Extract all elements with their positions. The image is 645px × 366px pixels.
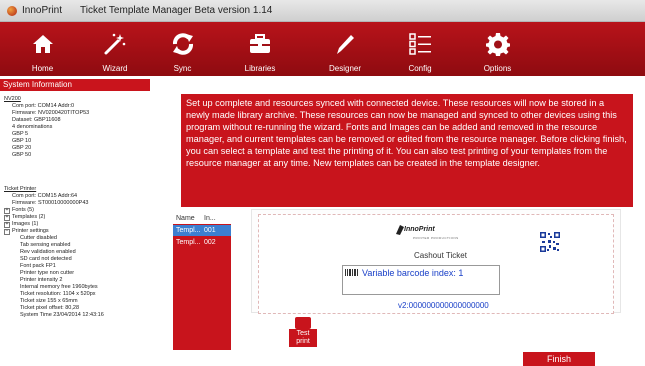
toolbar-sync-label: Sync: [173, 64, 192, 73]
printer-resource-tree: + Fonts (5) + Templates (2) + Images (1) − P…: [4, 207, 104, 319]
column-header-index[interactable]: In...: [204, 215, 216, 222]
info-line: Com port: COM14 Addr:0: [12, 103, 75, 109]
toolbar-wizard-button[interactable]: Wizard: [85, 22, 145, 76]
checklist-icon: [407, 31, 433, 57]
device-name: Ticket Printer: [4, 186, 37, 192]
setting-line: Internal memory free 1960bytes: [20, 284, 98, 290]
template-list-header: Name In...: [173, 212, 231, 224]
gear-icon: [485, 31, 511, 57]
template-index: 002: [204, 239, 216, 246]
main-toolbar: Home Wizard Sync Libraries Designer Conf…: [0, 22, 645, 76]
toolbar-config-button[interactable]: Config: [390, 22, 450, 76]
tree-node-fonts[interactable]: + Fonts (5): [4, 207, 104, 214]
title-bar: InnoPrint Ticket Template Manager Beta v…: [0, 0, 645, 22]
toolbar-options-label: Options: [483, 64, 512, 73]
toolbar-designer-button[interactable]: Designer: [300, 22, 390, 76]
barcode-label: Variable barcode index: 1: [362, 268, 464, 278]
info-line: GBP 50: [12, 152, 32, 158]
info-line: Firmware: NV0200420TITOP53: [12, 110, 90, 116]
toolbar-libraries-label: Libraries: [244, 64, 276, 73]
window-title: Ticket Template Manager Beta version 1.1…: [80, 5, 273, 16]
printer-icon: [295, 317, 311, 329]
info-line: GBP 20: [12, 145, 32, 151]
ticket-logo-subtitle: PRINTER PRODUCTIONS: [413, 236, 459, 240]
template-index: 001: [204, 227, 216, 234]
template-name: Templ...: [176, 239, 201, 246]
toolbar-options-button[interactable]: Options: [450, 22, 545, 76]
info-line: GBP 5: [12, 131, 29, 137]
toolbar-libraries-button[interactable]: Libraries: [220, 22, 300, 76]
collapse-icon[interactable]: −: [4, 228, 10, 235]
setting-line: Printer intensity 2: [20, 277, 63, 283]
pen-icon: [332, 31, 358, 57]
expand-icon[interactable]: +: [4, 221, 10, 228]
ticket-preview: [258, 214, 614, 314]
toolbar-wizard-label: Wizard: [102, 64, 128, 73]
toolbar-sync-button[interactable]: Sync: [145, 22, 220, 76]
setting-line: Cutter disabled: [20, 235, 57, 241]
app-name: InnoPrint: [22, 5, 63, 16]
barcode-icon: [345, 269, 358, 276]
wand-icon: [102, 31, 128, 57]
info-line: Firmware: ST00010000000P43: [12, 200, 89, 206]
system-info-header: System Information: [0, 79, 150, 91]
template-row[interactable]: Templ... 002: [173, 237, 231, 248]
column-header-name[interactable]: Name: [173, 215, 204, 222]
template-name: Templ...: [176, 227, 201, 234]
device-name: NV200: [4, 96, 21, 102]
info-line: GBP 10: [12, 138, 32, 144]
setting-line: Ticket size 155 x 65mm: [20, 298, 78, 304]
setting-line: System Time 23/04/2014 12:43:16: [20, 312, 104, 318]
setting-line: Ticket resolution: 1104 x 520px: [20, 291, 96, 297]
test-print-button[interactable]: Test print: [289, 316, 317, 348]
toolbar-home-label: Home: [31, 64, 54, 73]
info-line: Com port: COM15 Addr:64: [12, 193, 78, 199]
home-icon: [30, 31, 56, 57]
setting-line: SD card not detected: [20, 256, 72, 262]
setup-complete-message: Set up complete and resources synced wit…: [181, 94, 633, 207]
toolbar-designer-label: Designer: [328, 64, 361, 73]
toolbar-home-button[interactable]: Home: [0, 22, 85, 76]
info-line: 4 denominations: [12, 124, 53, 130]
setting-line: Tab sensing enabled: [20, 242, 71, 248]
tree-node-templates[interactable]: + Templates (2): [4, 214, 104, 221]
app-logo-icon: [6, 5, 18, 17]
tree-node-printer-settings[interactable]: − Printer settings: [4, 228, 104, 235]
setting-line: Ticket pixel offset: 80,28: [20, 305, 80, 311]
ticket-v2-value: v2:000000000000000000: [398, 301, 489, 310]
toolbox-icon: [247, 31, 273, 57]
finish-button[interactable]: Finish: [523, 352, 595, 366]
expand-icon[interactable]: +: [4, 214, 10, 221]
expand-icon[interactable]: +: [4, 207, 10, 214]
info-line: Dataset: GBP11608: [12, 117, 61, 123]
setting-line: Font pack FP1: [20, 263, 56, 269]
test-print-label: Test print: [289, 329, 317, 347]
ticket-logo-text: InnoPrint: [404, 226, 435, 233]
ticket-title: Cashout Ticket: [414, 251, 467, 260]
toolbar-config-label: Config: [408, 64, 432, 73]
template-row[interactable]: Templ... 001: [173, 225, 231, 236]
setting-line: Printer type non cutter: [20, 270, 75, 276]
qr-code-icon: [540, 232, 560, 252]
sync-icon: [170, 31, 196, 57]
device-info-nv200: NV200 Com port: COM14 Addr:0 Firmware: N…: [4, 96, 89, 159]
tree-node-images[interactable]: + Images (1): [4, 221, 104, 228]
device-info-printer: Ticket Printer Com port: COM15 Addr:64 F…: [4, 186, 88, 207]
setting-line: Rev validation enabled: [20, 249, 76, 255]
